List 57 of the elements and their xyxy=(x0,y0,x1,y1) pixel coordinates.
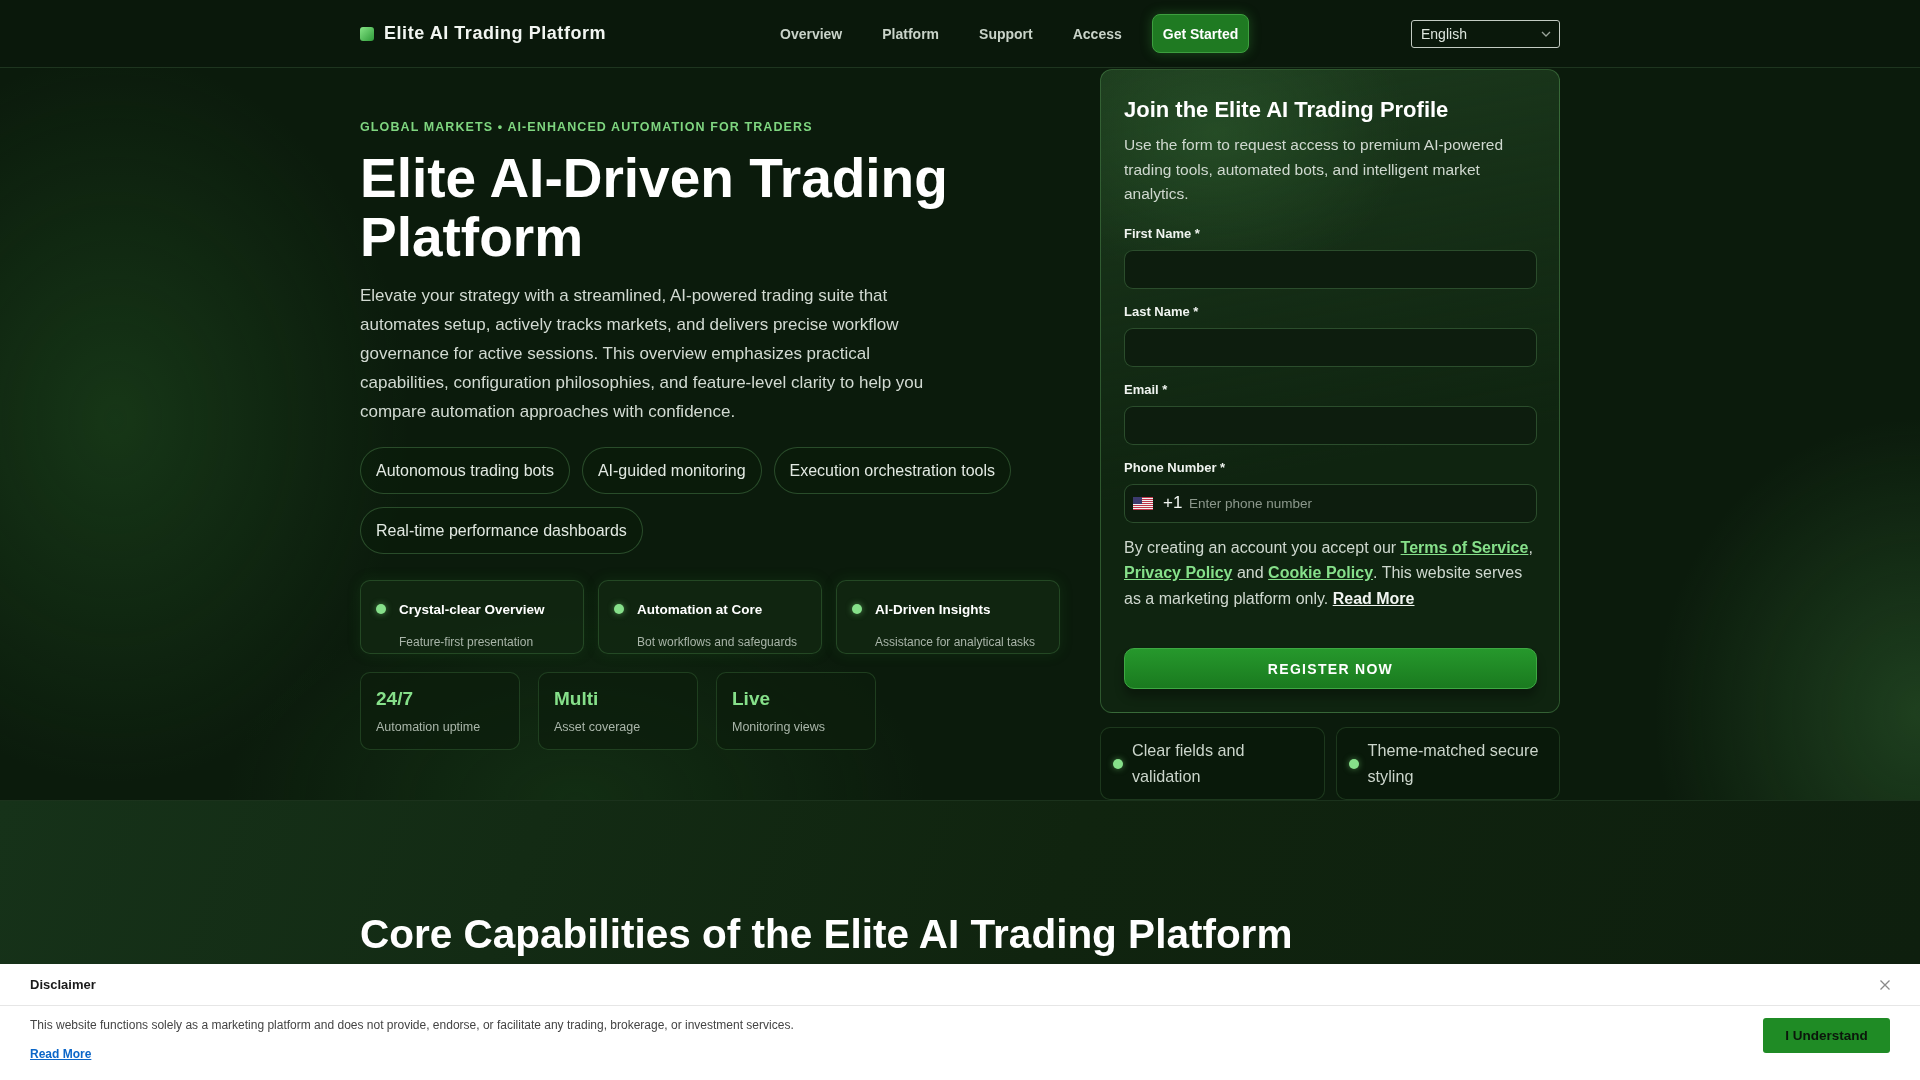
country-code: +1 xyxy=(1163,492,1183,513)
stat-value: 24/7 xyxy=(376,688,413,710)
feature-tag: Real-time performance dashboards xyxy=(360,507,643,554)
policy-link[interactable]: Cookie Policy xyxy=(1268,564,1374,581)
close-icon[interactable] xyxy=(1880,979,1890,990)
hero-description: Elevate your strategy with a streamlined, AI-powered trading suite that automates setup, actively tracks markets, and delivers precise workflow governance for active sessions. This overview emphasizes practical capabilities, configuration philosophies, and feature-level clarity to help you compare automation approaches with confidence. xyxy=(360,285,925,423)
input-field[interactable] xyxy=(1124,327,1537,367)
input-field[interactable] xyxy=(1124,405,1537,445)
policy-link[interactable]: Terms of Service xyxy=(1400,538,1529,556)
dot-icon xyxy=(376,604,386,614)
dot-icon xyxy=(852,604,862,614)
field-label: Phone Number * xyxy=(1124,459,1227,476)
feature-tag: Autonomous trading bots xyxy=(360,447,570,494)
logo-icon xyxy=(360,26,374,41)
stat-value: Multi xyxy=(554,688,599,710)
dot-icon xyxy=(614,604,624,614)
field-label: First Name * xyxy=(1124,225,1201,242)
get-started-button[interactable]: Get Started xyxy=(1151,14,1250,53)
brand-name[interactable]: Elite AI Trading Platform xyxy=(384,23,607,44)
policy-link[interactable]: Privacy Policy xyxy=(1124,564,1233,581)
field-label: Last Name * xyxy=(1124,303,1200,320)
section-heading: Core Capabilities of the Elite AI Trading Platform xyxy=(360,910,1293,959)
nav-link[interactable]: Support xyxy=(979,25,1033,42)
language-select[interactable]: English xyxy=(1411,19,1560,48)
field-label: Email * xyxy=(1124,381,1169,398)
note-text: Clear fields and validation xyxy=(1132,740,1246,787)
feature-title: Crystal-clear Overview xyxy=(399,601,545,617)
nav-link[interactable]: Platform xyxy=(882,25,940,42)
dot-icon xyxy=(1113,758,1123,769)
stat-label: Automation uptime xyxy=(376,720,481,734)
stat-label: Asset coverage xyxy=(554,720,641,734)
form-description: Use the form to request access to premium AI-powered trading tools, automated bots, and intelligent market analytics. xyxy=(1124,135,1505,204)
dot-icon xyxy=(1348,758,1359,769)
read-more-link[interactable]: Read More xyxy=(1332,589,1415,607)
feature-subtitle: Assistance for analytical tasks xyxy=(875,634,1036,649)
caret-icon xyxy=(1541,30,1551,37)
read-more-link[interactable]: Read More xyxy=(30,1047,92,1061)
nav-link[interactable]: Access xyxy=(1072,25,1122,42)
feature-title: AI-Driven Insights xyxy=(875,601,991,617)
form-title: Join the Elite AI Trading Profile xyxy=(1124,97,1450,123)
feature-title: Automation at Core xyxy=(637,601,763,617)
feature-subtitle: Bot workflows and safeguards xyxy=(637,634,798,649)
hero-title: Elite AI-Driven Trading Platform xyxy=(360,149,949,267)
disclaimer-text: This website functions solely as a marketing platform and does not provide, endorse, or facilitate any trading, brokerage, or investment services. xyxy=(30,1018,794,1033)
disclaimer-title: Disclaimer xyxy=(30,977,96,992)
register-button[interactable]: REGISTER NOW xyxy=(1124,648,1537,689)
feature-tag: Execution orchestration tools xyxy=(773,447,1011,494)
stat-label: Monitoring views xyxy=(732,720,826,734)
stat-value: Live xyxy=(732,688,771,710)
note-text: Theme-matched secure styling xyxy=(1367,740,1540,787)
nav-link[interactable]: Overview xyxy=(780,25,843,42)
input-field[interactable] xyxy=(1124,249,1537,289)
eyebrow-text: GLOBAL MARKETS • AI-ENHANCED AUTOMATION FOR TRADERS xyxy=(360,119,814,135)
understand-button[interactable]: I Understand xyxy=(1763,1018,1890,1053)
feature-subtitle: Feature-first presentation xyxy=(399,634,534,649)
consent-text: By creating an account you accept our Terms of Service, Privacy Policy and Cookie Policy. This website serves as a marketing platform only. Read More xyxy=(1124,537,1534,609)
feature-tag: AI-guided monitoring xyxy=(581,447,762,494)
